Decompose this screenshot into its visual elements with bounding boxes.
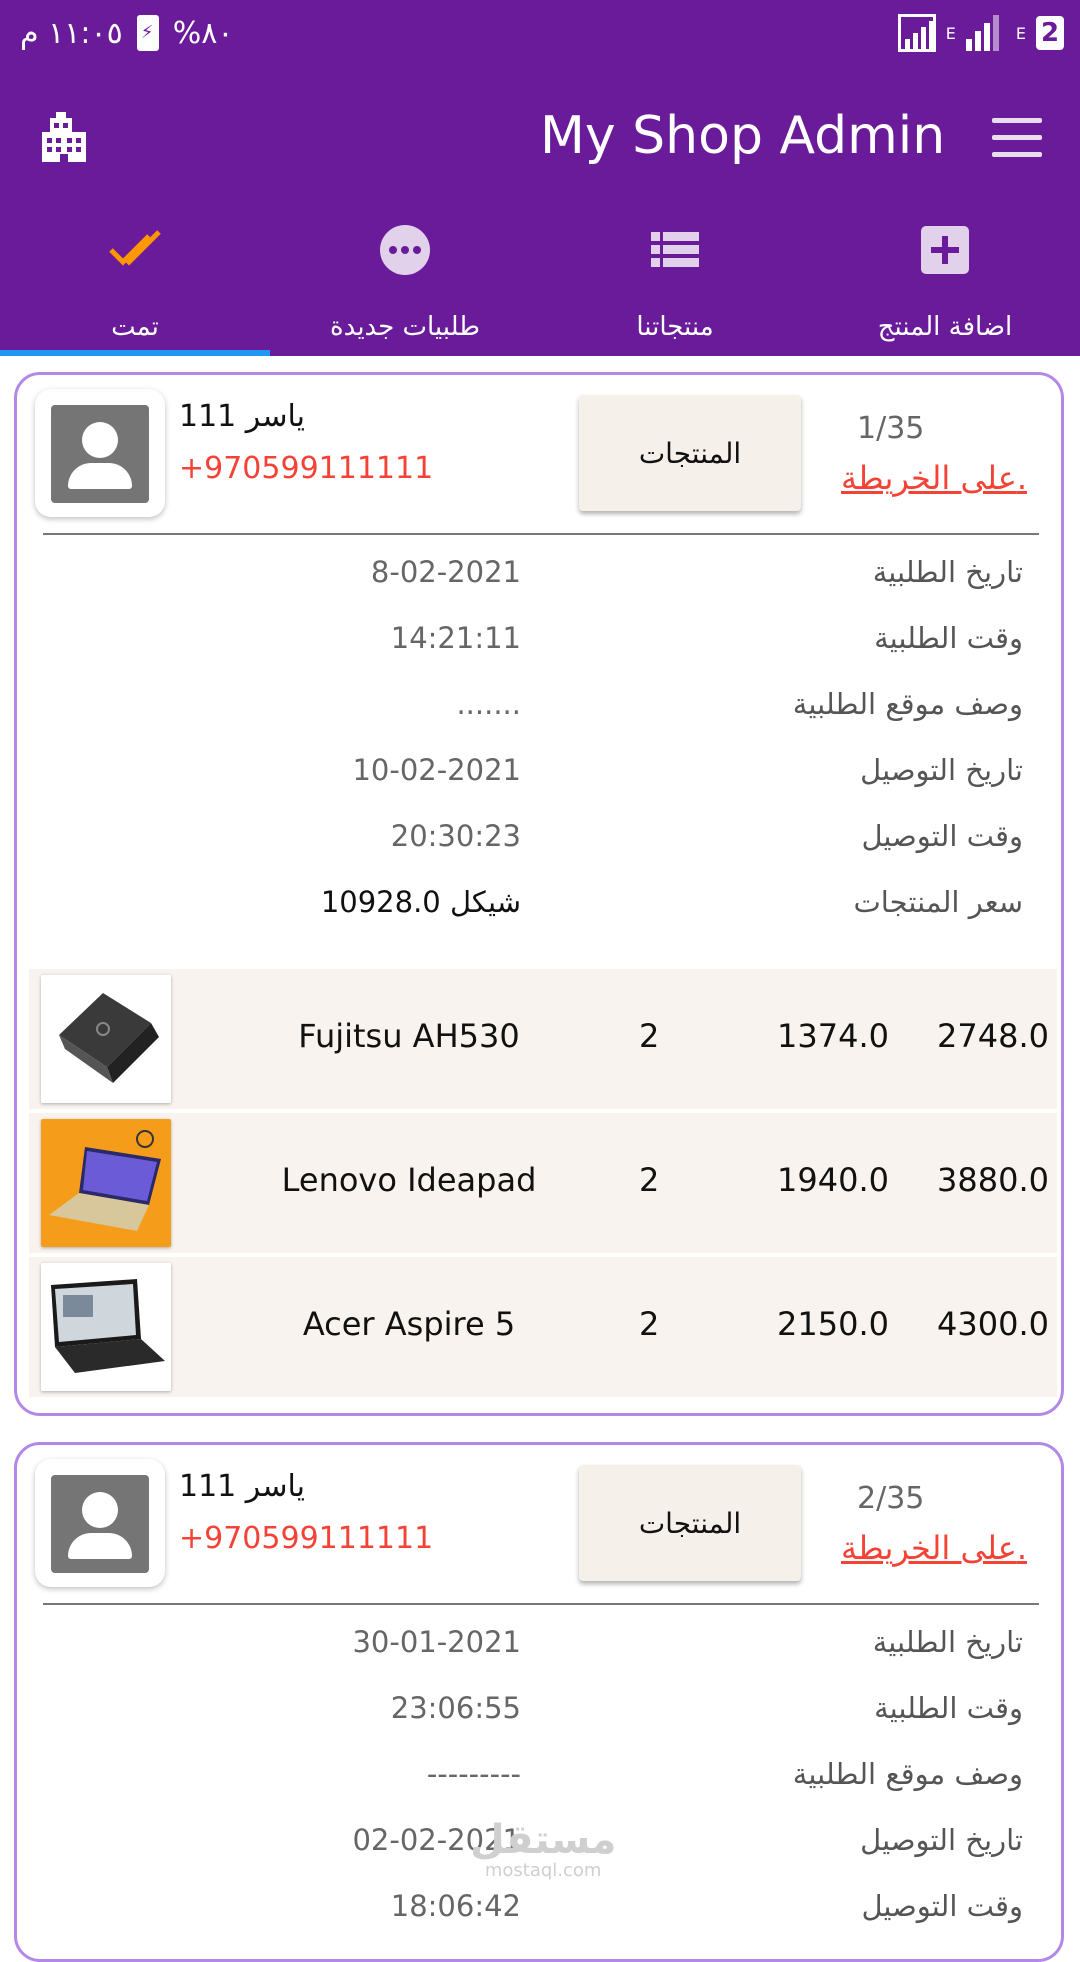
signal-icon-1 [965,15,1006,51]
delivery-time-value: 20:30:23 [390,819,521,853]
divider [43,1603,1039,1605]
status-right: E E 2 [897,10,1064,56]
order-date-value: 30-01-2021 [352,1625,521,1659]
more-circle-icon [380,225,430,275]
tab-our-products-label: منتجاتنا [636,312,714,342]
order-date-label: تاريخ الطلبية [872,555,1023,589]
person-icon [51,405,149,503]
product-total: 3880.0 [937,1161,1049,1199]
customer-phone[interactable]: +970599111111 [179,451,433,486]
customer-avatar-box [35,389,165,517]
order-card: ياسر 111 +970599111111 المنتجات 1/35 على… [14,372,1064,1416]
app-title: My Shop Admin [540,106,946,166]
tab-new-orders[interactable]: طلبيات جديدة [270,208,540,356]
location-desc-value: --------- [426,1757,521,1791]
product-price: 1374.0 [777,1017,889,1055]
order-date-value: 8-02-2021 [370,555,521,589]
order-counter: 2/35 [857,1481,925,1516]
product-name: Fujitsu AH530 [298,1017,520,1055]
tab-add-product[interactable]: اضافة المنتج [810,208,1080,356]
location-desc-label: وصف موقع الطلبية [792,687,1023,721]
order-time-value: 14:21:11 [390,621,521,655]
order-time-value: 23:06:55 [390,1691,521,1725]
product-price: 1940.0 [777,1161,889,1199]
product-row[interactable]: Fujitsu AH530 2 1374.0 2748.0 [29,969,1057,1109]
divider [43,533,1039,535]
tab-our-products[interactable]: منتجاتنا [540,208,810,356]
delivery-time-label: وقت التوصيل [861,819,1023,853]
product-thumbnail [41,975,171,1103]
product-row[interactable]: Lenovo Ideapad 2 1940.0 3880.0 [29,1113,1057,1253]
products-button[interactable]: المنتجات [579,1465,801,1581]
tab-bar: تمت طلبيات جديدة منتجاتنا اضافة المنتج [0,208,1080,356]
location-desc-label: وصف موقع الطلبية [792,1757,1023,1791]
menu-icon[interactable] [992,118,1042,158]
products-price-label: سعر المنتجات [853,885,1023,919]
delivery-date-label: تاريخ التوصيل [860,1823,1023,1857]
product-qty: 2 [639,1017,660,1055]
status-bar: ١١:٠٥ م %٨٠ E E 2 [0,0,1080,68]
products-price-value: 10928.0 شيكل [320,885,521,919]
status-left: ١١:٠٥ م %٨٠ [20,10,233,56]
order-time-label: وقت الطلبية [874,621,1023,655]
product-price: 2150.0 [777,1305,889,1343]
product-total: 2748.0 [937,1017,1049,1055]
order-card: ياسر 111 +970599111111 المنتجات 2/35 على… [14,1442,1064,1962]
watermark-latin: mostaql.com [484,1860,602,1881]
list-icon [651,232,699,267]
add-box-icon [921,226,969,274]
customer-name: ياسر 111 [179,399,305,434]
network-e-icon-2: E [1015,23,1026,43]
product-qty: 2 [639,1161,660,1199]
product-name: Lenovo Ideapad [281,1161,537,1199]
status-time: ١١:٠٥ م [20,15,123,51]
delivery-time-label: وقت التوصيل [861,1889,1023,1923]
location-desc-value: ....... [456,687,521,721]
app-toolbar: My Shop Admin [0,68,1080,208]
signal-box-icon [897,14,936,52]
tab-completed[interactable]: تمت [0,208,270,356]
product-thumbnail [41,1119,171,1247]
battery-percent: %٨٠ [172,15,234,51]
products-button[interactable]: المنتجات [579,395,801,511]
person-icon [51,1475,149,1573]
tab-add-product-label: اضافة المنتج [877,312,1013,342]
product-row[interactable]: Acer Aspire 5 2 2150.0 4300.0 [29,1257,1057,1397]
customer-name: ياسر 111 [179,1469,305,1504]
tab-completed-label: تمت [111,312,159,342]
watermark-arabic: مستقل [470,1817,617,1863]
order-counter: 1/35 [857,411,925,446]
battery-icon [136,15,159,51]
delivery-date-value: 10-02-2021 [352,753,521,787]
product-thumbnail [41,1263,171,1391]
order-date-label: تاريخ الطلبية [872,1625,1023,1659]
customer-phone[interactable]: +970599111111 [179,1521,433,1556]
delivery-date-label: تاريخ التوصيل [860,753,1023,787]
network-e-icon: E [945,23,956,43]
tab-new-orders-label: طلبيات جديدة [330,312,480,342]
watermark-logo: مستقل mostaql.com [470,1820,616,1881]
order-time-label: وقت الطلبية [874,1691,1023,1725]
customer-avatar-box [35,1459,165,1587]
map-link[interactable]: على الخريطة. [841,459,1027,497]
map-link[interactable]: على الخريطة. [841,1529,1027,1567]
product-qty: 2 [639,1305,660,1343]
sim-badge: 2 [1036,16,1064,50]
building-icon[interactable] [38,112,90,164]
delivery-time-value: 18:06:42 [390,1889,521,1923]
product-name: Acer Aspire 5 [302,1305,516,1343]
double-check-icon [109,230,161,266]
product-total: 4300.0 [937,1305,1049,1343]
